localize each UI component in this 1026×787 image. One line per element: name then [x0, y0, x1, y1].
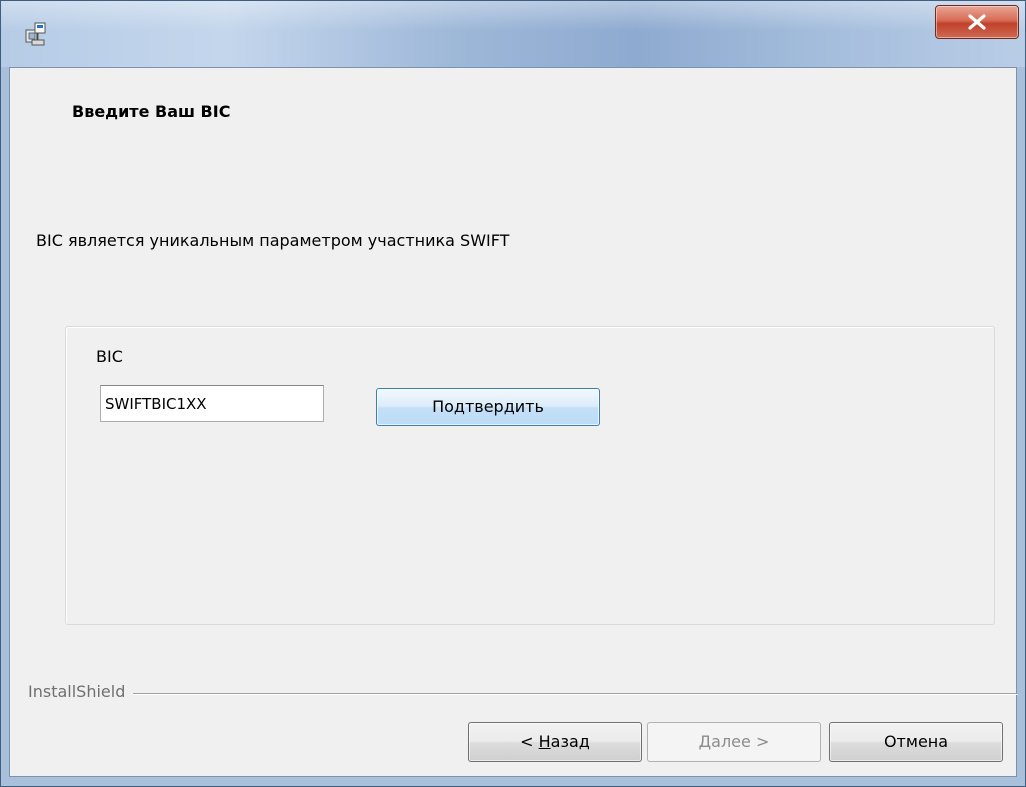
- page-description: BIC является уникальным параметром участ…: [36, 231, 510, 250]
- close-button[interactable]: [935, 5, 1019, 39]
- bic-label: BIC: [96, 347, 123, 366]
- confirm-button[interactable]: Подтвердить: [376, 388, 600, 426]
- dialog-client-area: Введите Ваш BIC BIC является уникальным …: [9, 67, 1018, 777]
- bic-input[interactable]: [100, 385, 324, 422]
- title-bar[interactable]: [1, 1, 1025, 67]
- installer-dialog: Введите Ваш BIC BIC является уникальным …: [0, 0, 1026, 787]
- back-button[interactable]: < Назад: [468, 722, 642, 762]
- installshield-brand: InstallShield: [28, 682, 134, 701]
- page-title: Введите Ваш BIC: [72, 102, 231, 121]
- cancel-button[interactable]: Отмена: [829, 722, 1003, 762]
- installer-icon: [23, 21, 49, 47]
- close-icon: [968, 14, 986, 30]
- bic-group-panel: BIC Подтвердить: [65, 326, 995, 625]
- next-mnemonic: Д: [698, 732, 712, 751]
- footer-divider: [28, 693, 1018, 695]
- next-button[interactable]: Далее >: [647, 722, 821, 762]
- back-mnemonic: Н: [538, 732, 551, 751]
